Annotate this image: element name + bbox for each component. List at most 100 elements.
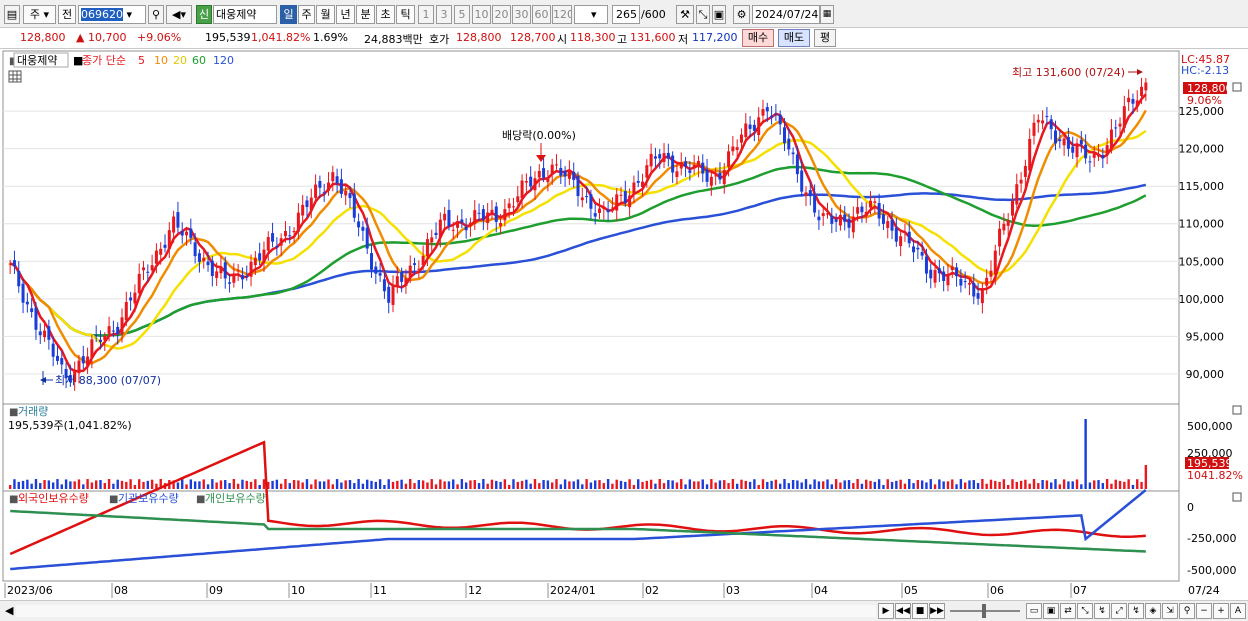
volume-bar [1071, 481, 1074, 489]
settings-tool-icon[interactable]: ⚒ [676, 5, 694, 24]
candle-body [133, 292, 137, 304]
stock-code-input[interactable]: 069620 ▾ [78, 5, 146, 24]
open-label: 시 [557, 33, 568, 46]
tool-icon-5[interactable]: ↯ [1094, 603, 1110, 619]
period-year[interactable]: 년 [336, 5, 355, 24]
period-minute[interactable]: 분 [356, 5, 375, 24]
candle-body [774, 113, 778, 115]
panel-close-icon[interactable] [1232, 82, 1242, 92]
holding-close-icon[interactable] [1232, 492, 1242, 502]
candle-body [232, 273, 236, 283]
tool-icon-1[interactable]: ▭ [1026, 603, 1042, 619]
calendar-icon[interactable]: ▦ [820, 5, 834, 24]
font-size-icon[interactable]: A [1230, 603, 1246, 619]
scroll-track[interactable] [16, 605, 876, 617]
interval-5[interactable]: 5 [454, 5, 470, 24]
zoom-icon[interactable]: ⚲ [1179, 603, 1195, 619]
candle-body [692, 164, 696, 169]
interval-1[interactable]: 1 [418, 5, 434, 24]
interval-3[interactable]: 3 [436, 5, 452, 24]
fast-forward-icon[interactable]: ▶▶ [929, 603, 945, 619]
total-count: /600 [641, 8, 666, 21]
candle-body [649, 153, 653, 167]
custom-interval-select[interactable]: ▾ [574, 5, 608, 24]
search-icon[interactable]: ⚲ [148, 5, 164, 24]
zoom-out-icon[interactable]: − [1196, 603, 1212, 619]
volume-bar [17, 481, 20, 489]
candle-body [417, 268, 421, 270]
tool-icon-4[interactable]: ⤡ [1077, 603, 1093, 619]
rewind-icon[interactable]: ◀◀ [895, 603, 911, 619]
save-icon[interactable]: ▣ [712, 5, 726, 24]
interval-120[interactable]: 120 [552, 5, 572, 24]
ma5-label[interactable]: 5 [138, 54, 145, 67]
scroll-left-icon[interactable]: ◀ [5, 604, 13, 617]
candle-body [86, 356, 90, 366]
volume-bar [460, 479, 464, 489]
chart-scrollbar[interactable]: ◀ ▶ ◀◀ ■ ▶▶ ▭ ▣ ⇄ ⤡ ↯ ⤢ ↯ ◈ ⇲ ⚲ − + A [0, 600, 1248, 621]
play-icon[interactable]: ▶ [878, 603, 894, 619]
candle-body [477, 212, 481, 214]
candle-body [451, 229, 455, 231]
prev-button[interactable]: 전 [58, 5, 76, 24]
stock-name-field[interactable]: 대웅제약 [213, 5, 277, 24]
period-day[interactable]: 일 [280, 5, 297, 24]
candle-body [120, 317, 124, 335]
date-tick-label: 06 [990, 584, 1004, 597]
table-icon[interactable] [8, 70, 22, 83]
candle-body [331, 172, 335, 182]
interval-60[interactable]: 60 [532, 5, 551, 24]
stop-icon[interactable]: ■ [912, 603, 928, 619]
date-input[interactable]: 2024/07/24 [752, 5, 820, 24]
draw-tool-icon[interactable]: ⤡ [696, 5, 710, 24]
volume-bar [1097, 480, 1100, 489]
tool-icon-8[interactable]: ◈ [1145, 603, 1161, 619]
interval-30[interactable]: 30 [512, 5, 531, 24]
market-select[interactable]: 주 ▾ [23, 5, 56, 24]
volume-bar [538, 483, 541, 489]
sound-icon[interactable]: ◀▾ [166, 5, 192, 24]
tool-icon-2[interactable]: ▣ [1043, 603, 1059, 619]
candle-body [653, 156, 657, 159]
candle-body [520, 180, 524, 199]
tool-icon-3[interactable]: ⇄ [1060, 603, 1076, 619]
volume-close-icon[interactable] [1232, 405, 1242, 415]
candle-body [271, 233, 275, 242]
tool-icon-6[interactable]: ⤢ [1111, 603, 1127, 619]
ma10-label[interactable]: 10 [154, 54, 168, 67]
candle-body [1066, 137, 1070, 149]
candle-body [456, 221, 460, 228]
candle-body [976, 293, 980, 299]
period-tick[interactable]: 틱 [396, 5, 415, 24]
volume-bar [142, 481, 145, 489]
chart-menu-icon[interactable]: ▤ [4, 5, 20, 24]
gear-icon[interactable]: ⚙ [733, 5, 750, 24]
candle-body [245, 276, 249, 278]
interval-10[interactable]: 10 [472, 5, 491, 24]
stock-chart[interactable]: 90,000 95,000 100,000 105,000 110,000 115,000… [0, 49, 1248, 600]
hc-label: HC:-2.13 [1181, 64, 1229, 77]
price-tick-label: 115,000 [1179, 180, 1225, 193]
volume-bar [671, 480, 674, 489]
zoom-slider-thumb[interactable] [982, 604, 986, 618]
ma120-label[interactable]: 120 [213, 54, 234, 67]
period-week[interactable]: 주 [298, 5, 315, 24]
candle-body [1140, 86, 1144, 96]
ma60-label[interactable]: 60 [192, 54, 206, 67]
sell-button[interactable]: 매도 [778, 29, 810, 47]
count-input[interactable]: 265 [612, 5, 640, 24]
volume-bar [723, 480, 726, 489]
period-month[interactable]: 월 [316, 5, 335, 24]
candle-body [236, 270, 240, 272]
buy-button[interactable]: 매수 [742, 29, 774, 47]
ma20-label[interactable]: 20 [173, 54, 187, 67]
interval-20[interactable]: 20 [492, 5, 511, 24]
tool-icon-9[interactable]: ⇲ [1162, 603, 1178, 619]
period-second[interactable]: 초 [376, 5, 395, 24]
zoom-in-icon[interactable]: + [1213, 603, 1229, 619]
candle-body [172, 216, 176, 233]
candle-body [1054, 130, 1058, 144]
candle-body [197, 253, 201, 263]
tool-icon-7[interactable]: ↯ [1128, 603, 1144, 619]
eval-button[interactable]: 평 [814, 29, 836, 47]
